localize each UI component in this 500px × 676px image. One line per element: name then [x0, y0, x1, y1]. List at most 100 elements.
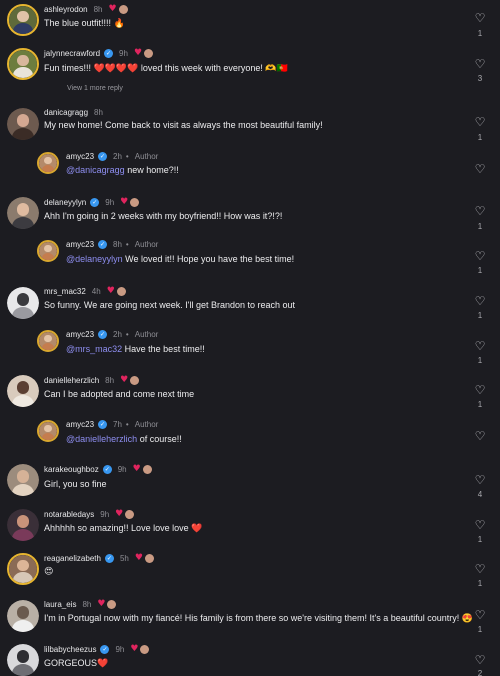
comment-username[interactable]: amyc23: [66, 330, 94, 339]
author-liked-heart-icon: ♥: [97, 599, 106, 609]
avatar[interactable]: [7, 48, 39, 80]
comment-username[interactable]: mrs_mac32: [44, 287, 86, 296]
verified-badge-icon: ✓: [90, 197, 100, 207]
avatar[interactable]: [7, 4, 39, 36]
like-count: 1: [477, 222, 483, 231]
comment-username[interactable]: lilbabycheezus: [44, 645, 96, 654]
like-count: 1: [477, 356, 483, 365]
author-liked-heart-icon: ♥: [134, 553, 143, 563]
author-label: Author: [134, 330, 159, 339]
comment-text: So funny. We are going next week. I'll g…: [44, 300, 296, 310]
comment-time: 7h: [113, 420, 122, 429]
mention-link[interactable]: @delaneyylyn: [66, 254, 123, 264]
mention-link[interactable]: @mrs_mac32: [66, 344, 122, 354]
avatar[interactable]: [7, 108, 39, 140]
comment-text: 😍: [44, 567, 54, 577]
avatar[interactable]: [7, 197, 39, 229]
author-liked-heart-icon: ♥: [120, 197, 129, 207]
author-avatar-small: [130, 197, 140, 207]
comment-username[interactable]: amyc23: [66, 240, 94, 249]
comment-time: 9h: [117, 464, 127, 474]
comment-time: 9h: [105, 197, 115, 207]
comment-username[interactable]: notarabledays: [44, 510, 94, 519]
comment-username[interactable]: jalynnecrawford: [44, 49, 100, 58]
verified-badge-icon: ✓: [98, 240, 108, 249]
avatar[interactable]: [7, 509, 39, 541]
like-count: 1: [477, 133, 483, 142]
avatar[interactable]: [7, 464, 39, 496]
avatar[interactable]: [37, 152, 59, 174]
author-avatar-small: [107, 599, 117, 609]
like-count: 3: [477, 74, 483, 83]
comment-username[interactable]: amyc23: [66, 152, 94, 161]
comment-time: 9h: [100, 509, 110, 519]
comment-username[interactable]: amyc23: [66, 420, 94, 429]
author-liked-heart-icon: ♥: [115, 509, 124, 519]
like-heart-icon[interactable]: ♡: [473, 250, 487, 262]
avatar[interactable]: [37, 330, 59, 352]
comment-time: 8h: [93, 4, 103, 14]
author-avatar-small: [142, 464, 152, 474]
comment-time: 9h: [119, 48, 128, 58]
comment-username[interactable]: ashleyrodon: [44, 5, 88, 14]
like-heart-icon[interactable]: ♡: [473, 474, 487, 486]
avatar[interactable]: [37, 420, 59, 442]
comment-text: I'm in Portugal now with my fiancé! His …: [44, 613, 474, 623]
author-liked-heart-icon: ♥: [130, 644, 139, 654]
like-count: 1: [477, 266, 483, 275]
like-count: 1: [477, 311, 483, 320]
avatar[interactable]: [7, 553, 39, 585]
like-count: 1: [477, 579, 483, 588]
reply-text: @mrs_mac32 Have the best time!!: [66, 344, 205, 354]
avatar[interactable]: [7, 644, 39, 676]
mention-link[interactable]: @danicagragg: [66, 165, 125, 175]
comment-time: 2h: [113, 152, 122, 161]
like-heart-icon[interactable]: ♡: [473, 609, 487, 621]
author-label: Author: [134, 152, 159, 161]
like-heart-icon[interactable]: ♡: [473, 340, 487, 352]
like-heart-icon[interactable]: ♡: [473, 12, 487, 24]
like-heart-icon[interactable]: ♡: [473, 563, 487, 575]
avatar[interactable]: [37, 240, 59, 262]
comment-username[interactable]: laura_eis: [44, 600, 76, 609]
comment-time: 8h: [113, 240, 122, 249]
comment-username[interactable]: karakeoughboz: [44, 465, 99, 474]
comment-time: 9h: [115, 644, 125, 654]
comment-text: My new home! Come back to visit as alway…: [44, 120, 323, 130]
comment-username[interactable]: danicagragg: [44, 108, 88, 117]
like-heart-icon[interactable]: ♡: [473, 519, 487, 531]
author-avatar-small: [130, 375, 140, 385]
reply-text: @danielleherzlich of course!!: [66, 434, 182, 444]
author-liked-heart-icon: ♥: [133, 48, 143, 58]
verified-badge-icon: ✓: [100, 644, 110, 654]
comment-username[interactable]: danielleherzlich: [44, 376, 99, 385]
like-heart-icon[interactable]: ♡: [473, 430, 487, 442]
comment-time: 8h: [82, 599, 92, 609]
like-heart-icon[interactable]: ♡: [473, 116, 487, 128]
like-heart-icon[interactable]: ♡: [473, 163, 487, 175]
verified-badge-icon: ✓: [104, 553, 114, 563]
like-heart-icon[interactable]: ♡: [473, 58, 487, 70]
like-heart-icon[interactable]: ♡: [473, 654, 487, 666]
comment-text: Ahhhhh so amazing!! Love love love ❤️: [44, 523, 203, 533]
comment-text: Girl, you so fine: [44, 479, 107, 489]
verified-badge-icon: ✓: [102, 464, 112, 474]
mention-link[interactable]: @danielleherzlich: [66, 434, 137, 444]
like-heart-icon[interactable]: ♡: [473, 384, 487, 396]
comment-username[interactable]: reaganelizabeth: [44, 554, 101, 563]
like-heart-icon[interactable]: ♡: [473, 205, 487, 217]
like-heart-icon[interactable]: ♡: [473, 295, 487, 307]
reply-text: @danicagragg new home?!!: [66, 165, 179, 175]
comment-time: 8h: [105, 375, 115, 385]
comment-time: 2h: [113, 330, 122, 339]
comment-text: The blue outfit!!!! 🔥: [44, 18, 125, 28]
author-avatar-small: [118, 4, 128, 14]
avatar[interactable]: [7, 600, 39, 632]
comment-text: Fun times!!! ❤️❤️❤️❤️ loved this week wi…: [44, 63, 288, 73]
author-liked-heart-icon: ♥: [120, 375, 129, 385]
view-more-replies-link[interactable]: View 1 more reply: [67, 85, 123, 92]
comment-username[interactable]: delaneyylyn: [44, 198, 86, 207]
avatar[interactable]: [7, 375, 39, 407]
like-count: 1: [477, 535, 483, 544]
avatar[interactable]: [7, 287, 39, 319]
